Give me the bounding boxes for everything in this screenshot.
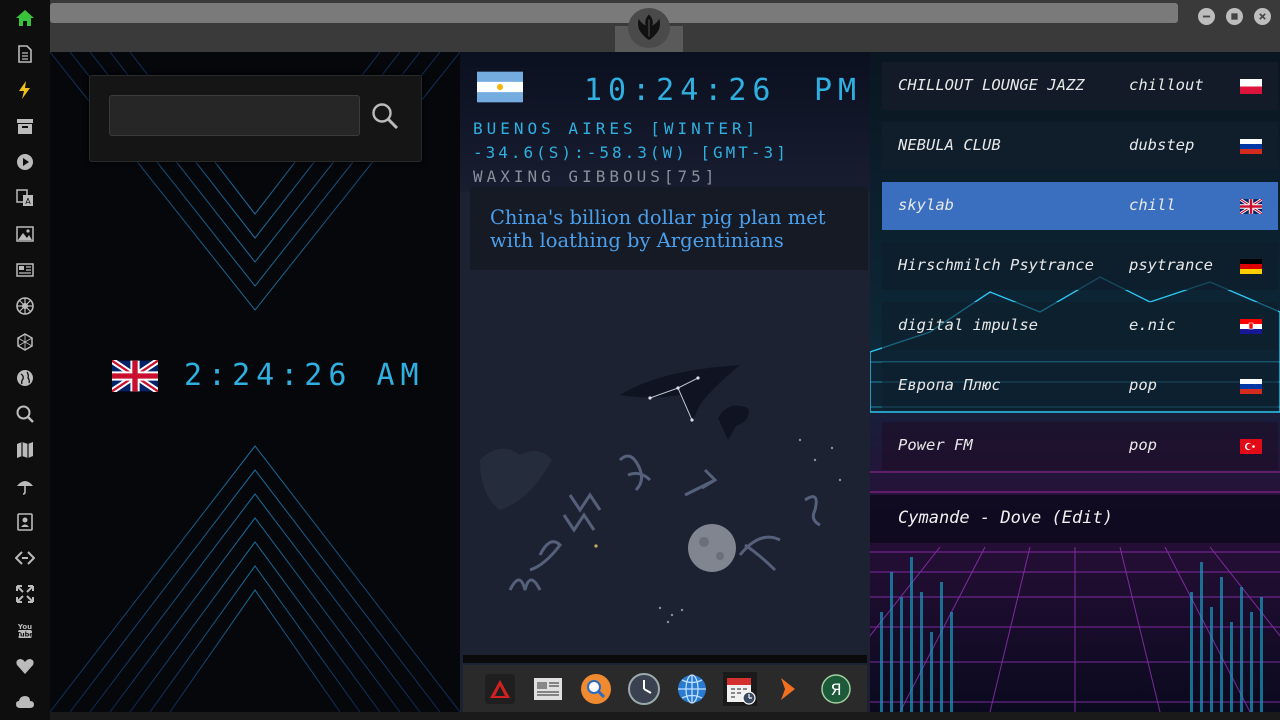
minimize-icon[interactable]	[1198, 8, 1215, 25]
station-row-selected[interactable]: skylab chill	[882, 182, 1278, 230]
clock-app-icon[interactable]	[627, 672, 661, 706]
poland-flag	[1240, 79, 1262, 94]
station-name: Европа Плюс	[898, 376, 1001, 394]
svg-text:Tube: Tube	[16, 631, 34, 639]
station-row[interactable]: digital impulse e.nic	[882, 302, 1278, 350]
image-icon[interactable]	[13, 222, 37, 246]
local-time: 10:24:26	[584, 73, 777, 108]
station-genre: chill	[1129, 196, 1176, 214]
uk-clock: 2:24:26 AM	[112, 358, 425, 393]
globe-app-icon[interactable]	[675, 672, 709, 706]
app-sidebar: A You Tube	[0, 0, 50, 720]
news-reader-icon[interactable]	[531, 672, 565, 706]
hexagon-icon[interactable]	[13, 330, 37, 354]
translate-icon[interactable]: A	[13, 186, 37, 210]
search-input[interactable]	[109, 95, 360, 136]
station-name: CHILLOUT LOUNGE JAZZ	[898, 76, 1085, 94]
search-button[interactable]	[369, 100, 401, 132]
location-label: BUENOS AIRES [WINTER]	[473, 119, 760, 138]
magnifier-icon	[372, 103, 399, 130]
station-row[interactable]: Power FM pop	[882, 422, 1278, 470]
center-panel: 10:24:26 PM BUENOS AIRES [WINTER] -34.6(…	[460, 52, 870, 712]
station-row[interactable]: Европа Плюс pop	[882, 362, 1278, 410]
address-bar[interactable]	[50, 3, 1178, 23]
play-icon[interactable]	[13, 150, 37, 174]
station-row[interactable]: Hirschmilch Psytrance psytrance	[882, 242, 1278, 290]
archive-icon[interactable]	[13, 114, 37, 138]
svg-text:Я: Я	[830, 680, 841, 699]
youtube-icon[interactable]: You Tube	[13, 618, 37, 642]
home-icon[interactable]	[13, 6, 37, 30]
calendar-app-icon[interactable]	[723, 665, 757, 713]
turkey-flag	[1240, 439, 1262, 454]
station-name: Hirschmilch Psytrance	[898, 256, 1094, 274]
close-icon[interactable]	[1254, 8, 1271, 25]
russia-flag	[1240, 379, 1262, 394]
app-dock	[463, 665, 867, 712]
croatia-flag	[1240, 319, 1262, 334]
code-icon[interactable]	[13, 546, 37, 570]
expand-icon[interactable]	[13, 582, 37, 606]
station-row[interactable]: NEBULA CLUB dubstep	[882, 122, 1278, 170]
moon-phase-label: WAXING GIBBOUS[75]	[473, 167, 719, 186]
star-chart	[480, 365, 842, 624]
empire-icon[interactable]	[13, 294, 37, 318]
dock-divider	[463, 655, 867, 663]
news-icon[interactable]	[13, 258, 37, 282]
station-genre: chillout	[1129, 76, 1204, 94]
yandex-icon[interactable]: Я	[819, 672, 853, 706]
globe-icon[interactable]	[13, 366, 37, 390]
station-genre: dubstep	[1129, 136, 1195, 154]
station-genre: pop	[1129, 436, 1157, 454]
uk-flag	[1240, 199, 1262, 214]
germany-flag	[1240, 259, 1262, 274]
umbrella-icon[interactable]	[13, 474, 37, 498]
station-name: digital impulse	[898, 316, 1038, 334]
station-genre: psytrance	[1129, 256, 1213, 274]
search-icon[interactable]	[13, 402, 37, 426]
rebel-alliance-icon[interactable]	[628, 8, 670, 48]
app-red-triangle-icon[interactable]	[483, 672, 517, 706]
station-name: skylab	[898, 196, 954, 214]
station-row[interactable]: CHILLOUT LOUNGE JAZZ chillout	[882, 62, 1278, 110]
now-playing-title[interactable]: Cymande - Dove (Edit)	[898, 508, 1113, 528]
argentina-flag	[477, 71, 523, 103]
maximize-icon[interactable]	[1226, 8, 1243, 25]
news-card[interactable]: China's billion dollar pig plan met with…	[470, 187, 868, 270]
cloud-icon[interactable]	[13, 690, 37, 714]
search-panel	[89, 75, 422, 162]
lightning-icon[interactable]	[13, 78, 37, 102]
station-name: NEBULA CLUB	[898, 136, 1001, 154]
heart-icon[interactable]	[13, 654, 37, 678]
russia-flag	[1240, 139, 1262, 154]
local-ampm: PM	[814, 73, 863, 108]
svg-text:A: A	[25, 197, 31, 206]
news-headline[interactable]: China's billion dollar pig plan met with…	[490, 206, 860, 252]
uk-time: 2:24:26	[184, 358, 353, 393]
left-panel: 2:24:26 AM	[50, 52, 460, 712]
search-app-icon[interactable]	[579, 672, 613, 706]
coordinates-label: -34.6(S):-58.3(W) [GMT-3]	[473, 143, 789, 162]
document-icon[interactable]	[13, 42, 37, 66]
station-genre: pop	[1129, 376, 1157, 394]
contacts-icon[interactable]	[13, 510, 37, 534]
station-genre: e.nic	[1129, 316, 1176, 334]
media-play-icon[interactable]	[771, 672, 805, 706]
uk-flag	[112, 359, 158, 392]
map-icon[interactable]	[13, 438, 37, 462]
station-name: Power FM	[898, 436, 973, 454]
uk-ampm: AM	[376, 358, 425, 393]
